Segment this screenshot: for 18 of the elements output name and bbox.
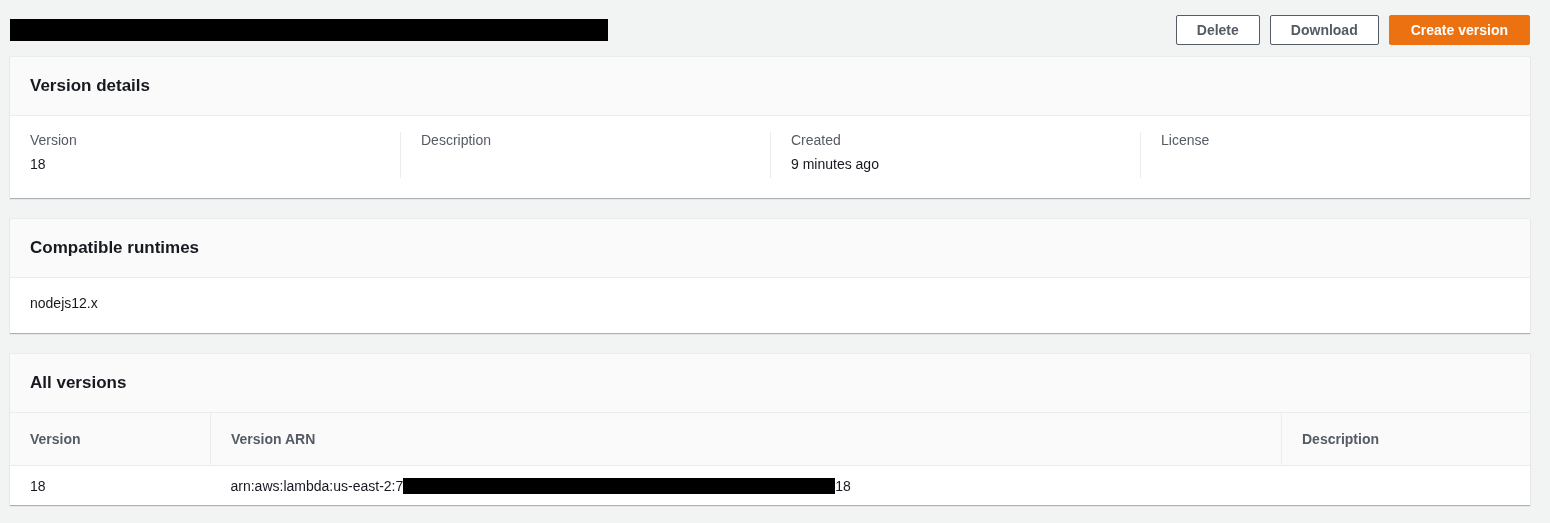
field-value: 9 minutes ago: [791, 156, 880, 172]
field-label: Version: [30, 132, 78, 148]
action-button[interactable]: Delete: [1175, 15, 1260, 45]
field-label: Created: [791, 132, 842, 148]
table-cell: 18: [835, 478, 851, 494]
table-cell: arn:aws:lambda:us-east-2:7: [230, 478, 404, 494]
table-cell: 18: [30, 478, 46, 494]
section-title: Compatible runtimes: [30, 238, 200, 258]
section-title: All versions: [30, 373, 127, 393]
action-button[interactable]: Download: [1269, 15, 1379, 45]
column-header: Version: [30, 431, 81, 447]
field-value: 18: [30, 156, 47, 172]
field-label: License: [1161, 132, 1211, 148]
field-label: Description: [421, 132, 493, 148]
column-header: Description: [1302, 431, 1379, 447]
runtime-item: nodejs12.x: [30, 295, 98, 311]
column-header: Version ARN: [231, 431, 316, 447]
section-title: Version details: [30, 76, 150, 96]
